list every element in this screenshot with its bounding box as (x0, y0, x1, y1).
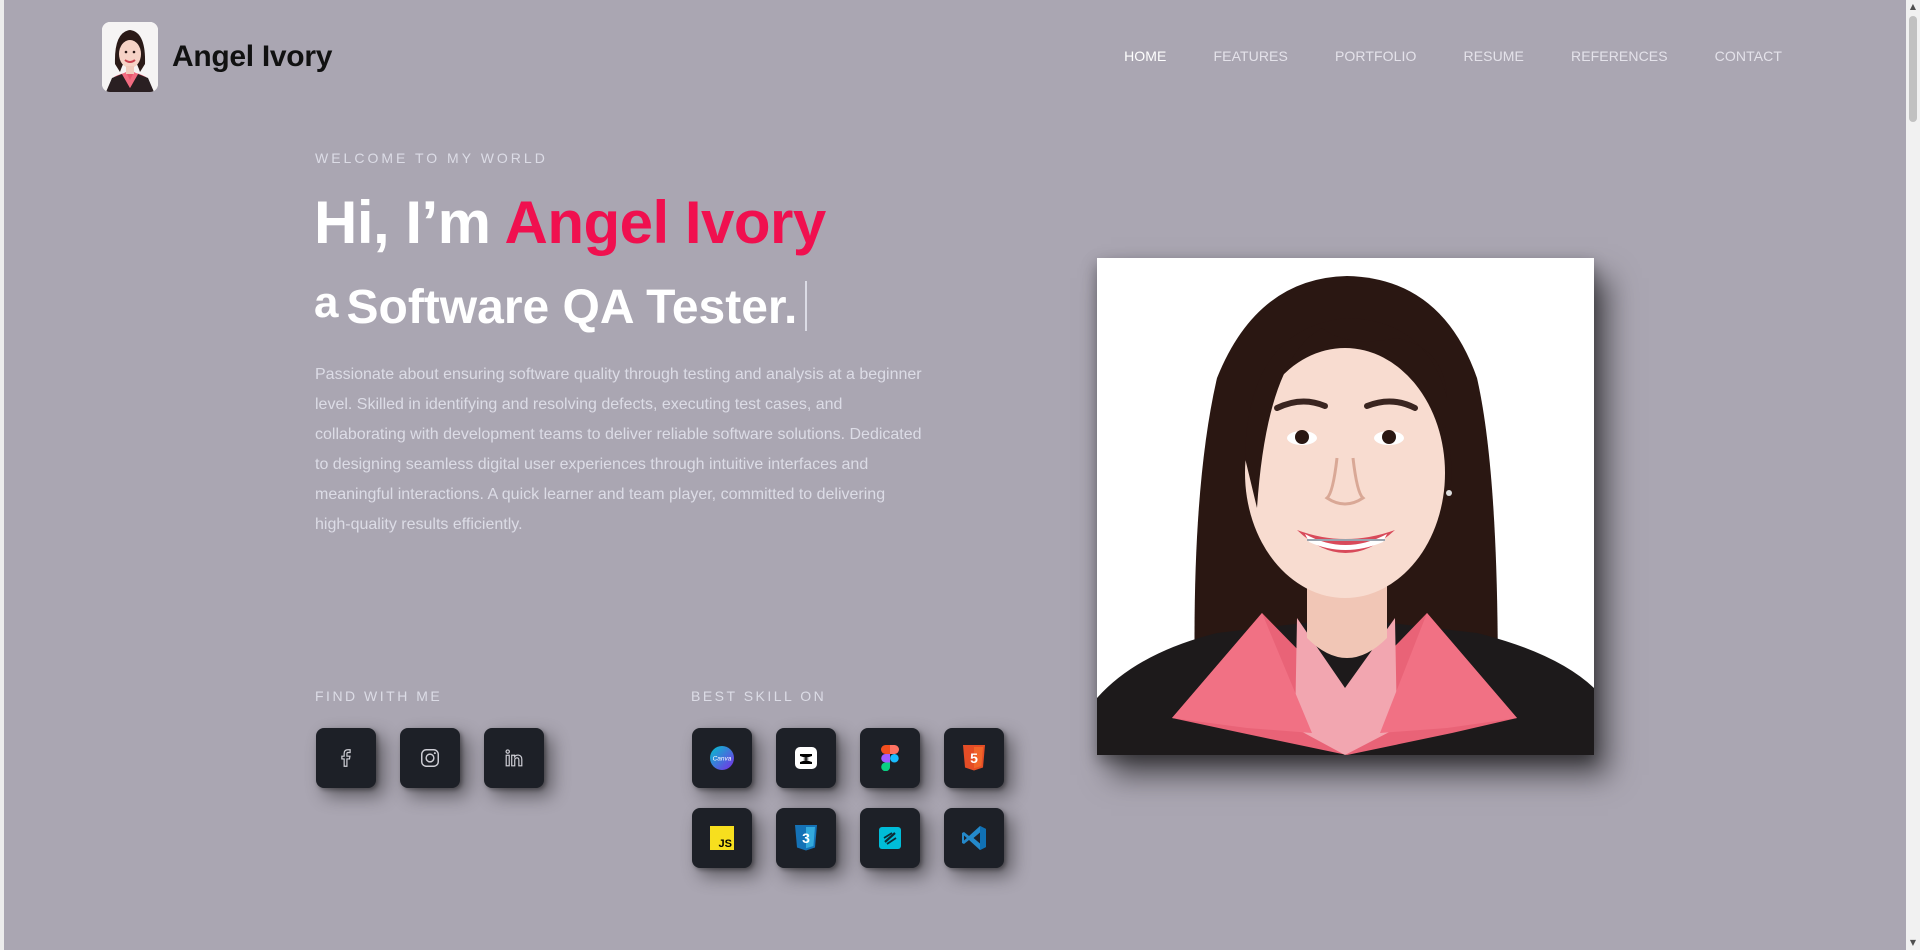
nav-contact[interactable]: CONTACT (1715, 48, 1782, 64)
skill-vscode[interactable] (944, 808, 1004, 868)
typing-caret (805, 281, 808, 331)
css3-icon-text: 3 (802, 830, 810, 846)
linkedin-link[interactable] (484, 728, 544, 788)
skill-html5[interactable]: 5 (944, 728, 1004, 788)
instagram-icon (421, 749, 439, 767)
window-left-edge (0, 0, 4, 950)
vscode-icon (962, 826, 986, 850)
figma-icon (881, 745, 899, 771)
css3-icon: 3 (795, 825, 817, 851)
nav-portfolio[interactable]: PORTFOLIO (1335, 48, 1417, 64)
javascript-icon: JS (710, 826, 734, 850)
brand[interactable]: Angel Ivory (102, 22, 332, 92)
js-icon-text: JS (719, 838, 732, 850)
skill-css3[interactable]: 3 (776, 808, 836, 868)
hero-role: a Software QA Tester. (314, 278, 808, 335)
facebook-link[interactable] (316, 728, 376, 788)
scrollbar-thumb[interactable] (1909, 16, 1917, 122)
canva-icon: Canva (710, 746, 734, 770)
nav-features[interactable]: FEATURES (1214, 48, 1288, 64)
nav-home[interactable]: HOME (1124, 48, 1166, 64)
hero-heading: Hi, I’m Angel Ivory (314, 188, 826, 257)
hero-role-prefix: a (314, 278, 339, 327)
welcome-eyebrow: WELCOME TO MY WORLD (315, 150, 548, 166)
skill-javascript[interactable]: JS (692, 808, 752, 868)
hero-name: Angel Ivory (504, 189, 826, 256)
nav-references[interactable]: REFERENCES (1571, 48, 1668, 64)
skill-canva[interactable]: Canva (692, 728, 752, 788)
vertical-scrollbar[interactable]: ▲ ▼ (1906, 0, 1920, 950)
html5-icon: 5 (963, 745, 985, 771)
nav-resume[interactable]: RESUME (1463, 48, 1524, 64)
hero-description: Passionate about ensuring software quali… (315, 366, 922, 533)
brand-avatar (102, 22, 158, 92)
skill-figma[interactable] (860, 728, 920, 788)
capcut-icon (795, 747, 817, 769)
brand-name: Angel Ivory (172, 40, 333, 73)
canva-icon-text: Canva (713, 756, 732, 763)
linkedin-icon (505, 749, 523, 767)
skill-capcut[interactable] (776, 728, 836, 788)
profile-photo (1097, 258, 1594, 755)
main-nav: HOME FEATURES PORTFOLIO RESUME REFERENCE… (1124, 48, 1782, 64)
html5-icon-text: 5 (970, 750, 978, 766)
scroll-down-arrow-icon[interactable]: ▼ (1906, 936, 1920, 950)
skill-swagger[interactable] (860, 808, 920, 868)
facebook-icon (341, 749, 351, 767)
site-header: Angel Ivory HOME FEATURES PORTFOLIO RESU… (0, 0, 1906, 120)
hero-greeting: Hi, I’m (314, 189, 491, 256)
hero-role-text: Software QA Tester. (346, 281, 798, 334)
instagram-link[interactable] (400, 728, 460, 788)
scroll-up-arrow-icon[interactable]: ▲ (1906, 0, 1920, 14)
find-with-me-label: FIND WITH ME (315, 688, 443, 704)
best-skill-on-label: BEST SKILL ON (691, 688, 827, 704)
swagger-icon (879, 827, 901, 849)
